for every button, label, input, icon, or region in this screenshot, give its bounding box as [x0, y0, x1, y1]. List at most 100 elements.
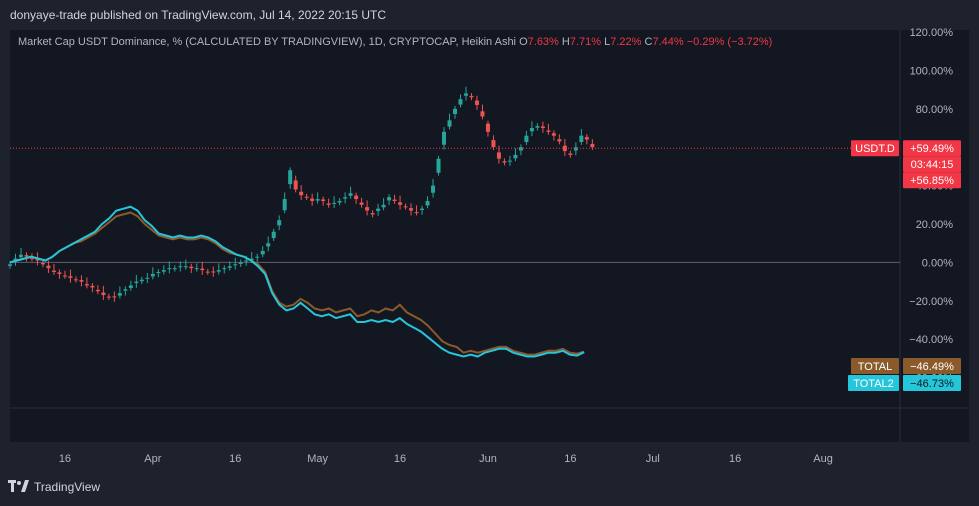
tradingview-logo-icon	[8, 480, 29, 492]
candle-body	[172, 268, 177, 270]
candle-body	[106, 296, 111, 298]
candle-body	[513, 154, 518, 159]
candle-body	[260, 250, 265, 255]
candle-body	[282, 199, 287, 211]
candle-body	[216, 270, 221, 272]
candle-body	[134, 281, 139, 283]
candle-body	[463, 93, 468, 96]
candle-body	[425, 200, 430, 206]
candle-body	[562, 145, 567, 152]
candle-body	[409, 208, 414, 211]
legend-low-value: 7.22%	[610, 36, 642, 48]
x-tick-label: May	[307, 453, 328, 465]
candle-body	[277, 220, 282, 226]
y-tick-label: 20.00%	[916, 219, 954, 231]
candle-body	[321, 199, 326, 201]
candle-body	[233, 264, 238, 266]
x-tick-label: 16	[59, 453, 71, 465]
candle-body	[359, 202, 364, 205]
candle-body	[189, 266, 194, 269]
candle-body	[128, 285, 133, 288]
candle-body	[474, 100, 479, 105]
price-chart[interactable]: 120.00%100.00%80.00%60.00%40.00%20.00%0.…	[0, 0, 979, 506]
y-tick-label: −40.00%	[909, 334, 953, 346]
candle-body	[480, 111, 485, 117]
y-tick-label: 0.00%	[922, 257, 953, 269]
candle-body	[502, 161, 507, 163]
usdt-tag-value: +59.49%	[910, 143, 954, 155]
y-tick-label: 100.00%	[910, 65, 954, 77]
candle-body	[381, 204, 386, 208]
candle-body	[18, 254, 23, 258]
candle-body	[145, 277, 150, 279]
footer[interactable]: TradingView	[8, 480, 100, 494]
candle-body	[40, 263, 45, 265]
candle-body	[84, 284, 89, 286]
candle-body	[304, 196, 309, 198]
candle-body	[436, 158, 441, 173]
candle-body	[370, 213, 375, 215]
legend-title: Market Cap USDT Dominance, % (CALCULATED…	[18, 36, 517, 48]
candle-body	[392, 199, 397, 201]
candle-body	[469, 95, 474, 98]
candle-body	[266, 243, 271, 247]
candle-body	[101, 292, 106, 296]
x-tick-label: Apr	[144, 453, 161, 465]
candle-body	[568, 153, 573, 155]
candle-body	[529, 128, 534, 132]
candle-body	[156, 272, 161, 274]
legend-high-label: H	[561, 36, 570, 48]
chart-legend: Market Cap USDT Dominance, % (CALCULATED…	[18, 36, 772, 48]
candle-body	[194, 268, 199, 270]
candle-body	[458, 99, 463, 105]
candle-body	[310, 198, 315, 201]
candle-body	[68, 276, 73, 278]
candle-body	[57, 272, 62, 274]
candle-body	[8, 264, 12, 266]
candle-body	[123, 289, 128, 291]
x-tick-label: 16	[729, 453, 741, 465]
x-tick-label: Jun	[479, 453, 497, 465]
candle-body	[535, 126, 540, 128]
candle-body	[79, 280, 84, 282]
candle-body	[73, 279, 78, 281]
candle-body	[90, 285, 95, 288]
candle-body	[453, 108, 457, 114]
candle-body	[227, 266, 232, 268]
series-line-total	[9, 211, 585, 356]
candle-body	[485, 123, 490, 132]
candle-body	[398, 202, 403, 205]
candle-body	[365, 207, 370, 211]
candle-body	[403, 206, 408, 208]
candle-body	[288, 170, 293, 185]
candle-body	[46, 265, 51, 269]
candle-body	[376, 208, 381, 211]
candle-body	[62, 275, 67, 277]
candle-body	[150, 273, 155, 277]
x-tick-label: 16	[394, 453, 406, 465]
candle-body	[551, 133, 556, 136]
candle-body	[238, 262, 243, 264]
legend-high-value: 7.71%	[569, 36, 602, 48]
footer-brand: TradingView	[34, 480, 101, 494]
candle-body	[343, 197, 348, 199]
candle-body	[540, 126, 545, 129]
candle-body	[244, 260, 249, 262]
candle-body	[348, 193, 353, 196]
candle-body	[29, 258, 34, 260]
candle-body	[546, 130, 551, 132]
y-tick-label: 80.00%	[916, 104, 954, 116]
total2-tag-value: −46.73%	[910, 378, 954, 390]
candle-body	[222, 268, 227, 270]
candle-body	[255, 256, 260, 258]
candle-body	[200, 268, 205, 271]
legend-open-value: 7.63%	[527, 36, 559, 48]
candle-body	[299, 191, 304, 196]
candle-body	[271, 231, 276, 239]
legend-close-value: 7.44%	[652, 36, 684, 48]
y-tick-label: 120.00%	[910, 27, 954, 39]
candle-body	[524, 135, 529, 143]
candle-body	[491, 140, 496, 148]
candle-body	[442, 131, 447, 145]
candle-body	[387, 197, 392, 201]
